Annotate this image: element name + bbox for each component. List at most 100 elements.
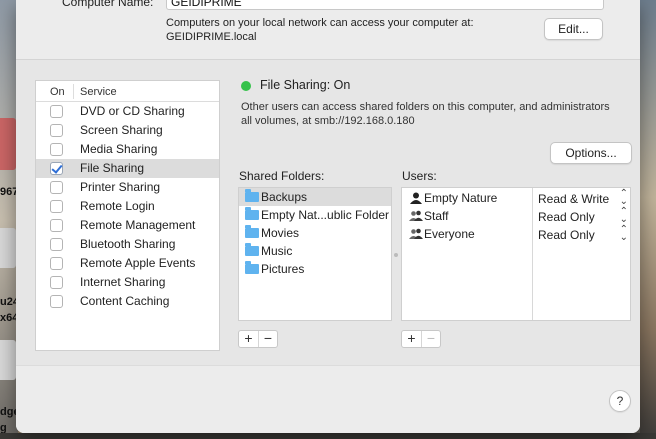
group-icon [409, 210, 423, 224]
folder-icon [245, 225, 259, 238]
service-checkbox[interactable] [50, 200, 63, 213]
add-user-button[interactable]: + [402, 331, 421, 347]
service-row-dvd-cd-sharing[interactable]: DVD or CD Sharing [36, 102, 219, 121]
folder-icon [245, 189, 259, 202]
permission-label: Read Only [538, 210, 595, 224]
shared-folders-list: Backups Empty Nat...ublic Folder Movies … [238, 187, 392, 321]
options-button[interactable]: Options... [550, 142, 632, 164]
computer-name-description: Computers on your local network can acce… [166, 16, 526, 44]
folder-row-music[interactable]: Music [239, 242, 391, 260]
column-header-service[interactable]: Service [80, 86, 117, 98]
folder-row-pictures[interactable]: Pictures [239, 260, 391, 278]
remove-user-button[interactable]: − [421, 331, 440, 347]
service-checkbox[interactable] [50, 238, 63, 251]
service-checkbox[interactable] [50, 219, 63, 232]
service-label: Remote Login [80, 199, 155, 213]
user-name: Staff [424, 209, 449, 223]
service-label: Media Sharing [80, 142, 158, 156]
service-row-remote-login[interactable]: Remote Login [36, 197, 219, 216]
folder-label: Music [261, 244, 293, 258]
permission-popup-everyone[interactable]: Read Only ⌃ ⌄ [538, 225, 630, 243]
service-checkbox[interactable] [50, 181, 63, 194]
column-separator [73, 84, 74, 99]
group-icon [409, 228, 423, 242]
chevron-updown-icon: ⌃ ⌄ [619, 188, 628, 207]
user-name: Empty Nature [424, 191, 498, 205]
sharing-preferences-window: Computer Name: GEIDIPRIME Computers on y… [16, 0, 640, 433]
desktop-thumbnail-3[interactable] [0, 340, 16, 380]
service-row-media-sharing[interactable]: Media Sharing [36, 140, 219, 159]
folder-icon [245, 243, 259, 256]
computer-name-field[interactable]: GEIDIPRIME [166, 0, 604, 10]
desktop-background-bottom [0, 433, 656, 439]
sharing-main-panel: On Service DVD or CD Sharing Screen Shar… [16, 60, 640, 365]
service-row-file-sharing[interactable]: File Sharing [36, 159, 219, 178]
permission-popup-empty-nature[interactable]: Read & Write ⌃ ⌄ [538, 189, 630, 207]
user-row-empty-nature[interactable]: Empty Nature [402, 189, 532, 207]
folder-label: Backups [261, 190, 308, 204]
desktop-thumbnail-1[interactable] [0, 118, 16, 170]
remove-folder-button[interactable]: − [258, 331, 277, 347]
service-checkbox[interactable] [50, 295, 63, 308]
file-sharing-status: File Sharing: On [260, 78, 351, 92]
service-row-remote-management[interactable]: Remote Management [36, 216, 219, 235]
users-column-divider [532, 188, 533, 320]
add-folder-button[interactable]: + [239, 331, 258, 347]
service-checkbox[interactable] [50, 105, 63, 118]
folder-label: Pictures [261, 262, 305, 276]
service-checkbox[interactable] [50, 124, 63, 137]
service-label: File Sharing [80, 161, 145, 175]
status-indicator-icon [241, 81, 251, 91]
service-row-screen-sharing[interactable]: Screen Sharing [36, 121, 219, 140]
permission-label: Read Only [538, 228, 595, 242]
user-row-staff[interactable]: Staff [402, 207, 532, 225]
desktop-thumbnail-2[interactable] [0, 228, 16, 268]
service-label: Bluetooth Sharing [80, 237, 176, 251]
service-list-header: On Service [36, 81, 219, 102]
chevron-updown-icon: ⌃ ⌄ [619, 224, 628, 243]
users-list: Empty Nature Staff Everyone Read & Write… [401, 187, 631, 321]
service-checkbox-checked[interactable] [50, 162, 63, 175]
users-label: Users: [402, 169, 437, 183]
user-row-everyone[interactable]: Everyone [402, 225, 532, 243]
service-label: Printer Sharing [80, 180, 161, 194]
shared-folders-label: Shared Folders: [239, 169, 325, 183]
folder-row-movies[interactable]: Movies [239, 224, 391, 242]
folder-icon [245, 207, 259, 220]
chevron-updown-icon: ⌃ ⌄ [619, 206, 628, 225]
file-sharing-description-line2: all volumes, at smb://192.168.0.180 [241, 115, 415, 127]
service-rows: DVD or CD Sharing Screen Sharing Media S… [36, 102, 219, 311]
permission-label: Read & Write [538, 192, 610, 206]
service-checkbox[interactable] [50, 257, 63, 270]
split-view-handle[interactable] [394, 253, 398, 257]
column-header-on[interactable]: On [50, 86, 65, 98]
computer-name-section: Computer Name: GEIDIPRIME Computers on y… [16, 0, 640, 60]
service-checkbox[interactable] [50, 276, 63, 289]
permission-popup-staff[interactable]: Read Only ⌃ ⌄ [538, 207, 630, 225]
edit-button[interactable]: Edit... [544, 18, 603, 40]
service-row-internet-sharing[interactable]: Internet Sharing [36, 273, 219, 292]
computer-name-description-line2: GEIDIPRIME.local [166, 31, 257, 43]
computer-name-description-line1: Computers on your local network can acce… [166, 17, 474, 29]
service-label: Remote Management [80, 218, 196, 232]
computer-name-label: Computer Name: [62, 0, 154, 9]
service-row-bluetooth-sharing[interactable]: Bluetooth Sharing [36, 235, 219, 254]
service-checkbox[interactable] [50, 143, 63, 156]
help-button[interactable]: ? [609, 390, 631, 412]
service-label: Screen Sharing [80, 123, 163, 137]
service-list: On Service DVD or CD Sharing Screen Shar… [35, 80, 220, 351]
folder-row-public-folder[interactable]: Empty Nat...ublic Folder [239, 206, 391, 224]
shared-folders-add-remove: + − [238, 330, 278, 348]
service-label: Internet Sharing [80, 275, 166, 289]
file-sharing-description-line1: Other users can access shared folders on… [241, 101, 610, 113]
folder-row-backups[interactable]: Backups [239, 188, 391, 206]
service-label: Remote Apple Events [80, 256, 196, 270]
service-row-content-caching[interactable]: Content Caching [36, 292, 219, 311]
desktop-background-right [640, 0, 656, 439]
service-row-remote-apple-events[interactable]: Remote Apple Events [36, 254, 219, 273]
user-name: Everyone [424, 227, 475, 241]
single-user-icon [409, 192, 423, 207]
service-row-printer-sharing[interactable]: Printer Sharing [36, 178, 219, 197]
users-add-remove: + − [401, 330, 441, 348]
service-label: Content Caching [80, 294, 170, 308]
